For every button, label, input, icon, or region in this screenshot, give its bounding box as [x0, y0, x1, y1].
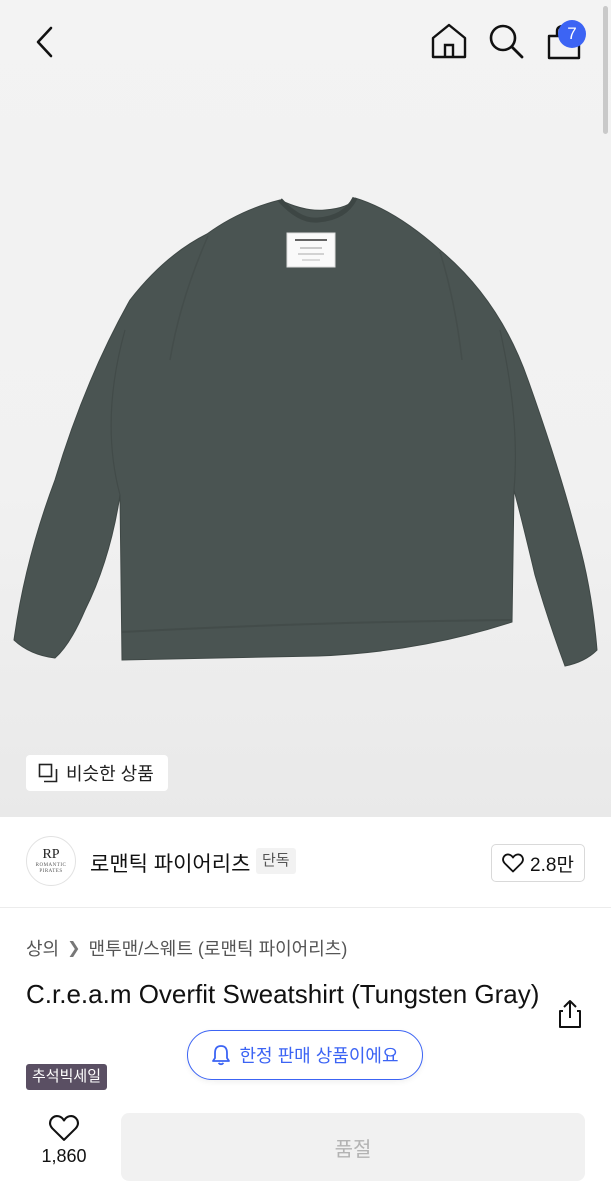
- exclusive-tag: 단독: [256, 848, 296, 874]
- brand-logo-subtext: ROMANTIC PIRATES: [35, 863, 67, 874]
- product-image-area[interactable]: 비슷한 상품: [0, 0, 611, 817]
- bottom-action-bar: 1,860 품절: [0, 1100, 611, 1200]
- brand-like-count: 2.8만: [530, 854, 574, 876]
- product-image: [13, 196, 598, 667]
- back-icon[interactable]: [28, 22, 64, 62]
- heart-icon: [48, 1114, 80, 1141]
- product-title: C.r.e.a.m Overfit Sweatshirt (Tungsten G…: [26, 979, 540, 1009]
- brand-name[interactable]: 로맨틱 파이어리츠: [90, 848, 250, 878]
- sold-out-button[interactable]: 품절: [121, 1113, 585, 1181]
- heart-icon: [502, 853, 524, 873]
- brand-section: RP ROMANTIC PIRATES 로맨틱 파이어리츠 단독 2.8만: [0, 820, 611, 908]
- product-like-count: 1,860: [41, 1146, 87, 1166]
- top-navigation: 7: [0, 0, 611, 84]
- cart-count-badge: 7: [558, 20, 586, 48]
- breadcrumb-category[interactable]: 상의: [26, 935, 59, 961]
- search-icon[interactable]: [485, 20, 527, 62]
- similar-products-button[interactable]: 비슷한 상품: [26, 755, 168, 791]
- brand-logo[interactable]: RP ROMANTIC PIRATES: [26, 836, 76, 886]
- limited-sale-notice[interactable]: 한정 판매 상품이에요: [187, 1030, 423, 1080]
- breadcrumb-subcategory[interactable]: 맨투맨/스웨트 (로맨틱 파이어리츠): [89, 935, 348, 961]
- home-icon[interactable]: [428, 20, 470, 62]
- share-icon[interactable]: [554, 998, 586, 1030]
- bell-icon: [212, 1045, 231, 1066]
- sale-tag: 추석빅세일: [26, 1064, 108, 1090]
- chevron-right-icon: ❯: [67, 940, 81, 957]
- breadcrumb: 상의 ❯ 맨투맨/스웨트 (로맨틱 파이어리츠): [26, 935, 347, 961]
- product-like-button[interactable]: 1,860: [30, 1114, 98, 1167]
- similar-products-label: 비슷한 상품: [66, 764, 154, 784]
- brand-logo-text: RP: [42, 847, 60, 862]
- limited-sale-label: 한정 판매 상품이에요: [239, 1046, 399, 1066]
- copy-icon: [38, 763, 58, 783]
- brand-like-button[interactable]: 2.8만: [491, 844, 585, 882]
